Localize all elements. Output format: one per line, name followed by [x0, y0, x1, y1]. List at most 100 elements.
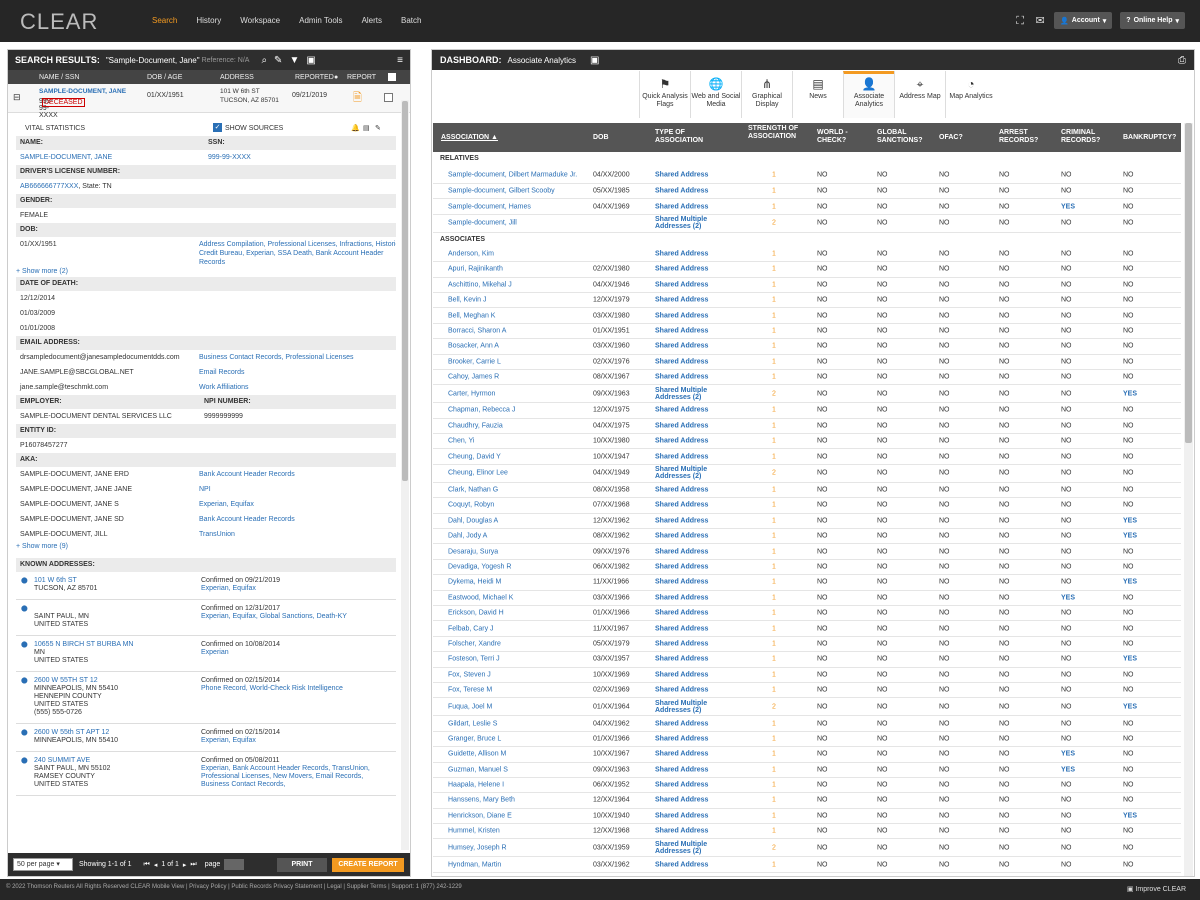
nav-search[interactable]: Search — [152, 16, 177, 25]
create-report-button[interactable]: CREATE REPORT — [332, 858, 404, 872]
table-row[interactable]: Hummel, Kristen 12/XX/1968 Shared Address 1… — [433, 824, 1181, 840]
association-name[interactable]: Fuqua, Joel M — [448, 703, 588, 710]
association-name[interactable]: Gildart, Leslie S — [448, 720, 588, 727]
association-name[interactable]: Chaudhry, Fauzia — [448, 422, 588, 429]
nav-workspace[interactable]: Workspace — [240, 16, 280, 25]
map-pin-icon[interactable]: ⬤ — [21, 577, 28, 585]
report-doc-icon[interactable]: 🗎 — [353, 89, 362, 108]
bankruptcy-cell[interactable]: YES — [1123, 579, 1137, 586]
association-type[interactable]: Shared Address — [655, 640, 717, 647]
table-row[interactable]: Sample-document, Gilbert Scooby 05/XX/198… — [433, 184, 1181, 200]
association-type[interactable]: Shared Address — [655, 751, 717, 758]
association-type[interactable]: Shared Address — [655, 564, 717, 571]
address-sources[interactable]: Experian, Bank Account Header Records, T… — [201, 765, 386, 789]
table-row[interactable]: Chen, Yi 10/XX/1980 Shared Address 1 NO NO NO N… — [433, 434, 1181, 450]
association-type[interactable]: Shared Address — [655, 766, 717, 773]
association-type[interactable]: Shared Address — [655, 203, 717, 210]
association-name[interactable]: Bell, Meghan K — [448, 312, 588, 319]
tab-graphical-display[interactable]: ⋔ Graphical Display — [741, 71, 792, 118]
nav-batch[interactable]: Batch — [401, 16, 421, 25]
table-row[interactable]: Bell, Meghan K 03/XX/1980 Shared Address 1 N… — [433, 308, 1181, 324]
table-row[interactable]: Gildart, Leslie S 04/XX/1962 Shared Addres… — [433, 716, 1181, 732]
association-type[interactable]: Shared Address — [655, 422, 717, 429]
association-type[interactable]: Shared Address — [655, 656, 717, 663]
tab-address-map[interactable]: ⌖ Address Map — [894, 71, 945, 118]
search-icon[interactable]: ⌕ — [261, 55, 267, 66]
edit-icon[interactable]: ✎ — [274, 55, 282, 66]
criminal-cell[interactable]: YES — [1061, 594, 1075, 601]
table-row[interactable]: Fuqua, Joel M 01/XX/1964 Shared Multiple A… — [433, 698, 1181, 717]
bell-icon[interactable]: 🔔 — [351, 124, 360, 132]
map-pin-icon[interactable]: ⬤ — [21, 757, 28, 765]
next-page-icon[interactable]: ▸ — [183, 861, 187, 869]
association-name[interactable]: Dykema, Heidi M — [448, 579, 588, 586]
association-name[interactable]: Brooker, Carrie L — [448, 358, 588, 365]
col-name-ssn[interactable]: NAME / SSN — [39, 74, 79, 81]
association-name[interactable]: Chapman, Rebecca J — [448, 407, 588, 414]
table-row[interactable]: Hyndman, Martin 03/XX/1962 Shared Address 1… — [433, 857, 1181, 873]
table-row[interactable]: Granger, Bruce L 01/XX/1966 Shared Address… — [433, 732, 1181, 748]
col-criminal[interactable]: CRIMINAL RECORDS? — [1061, 129, 1111, 145]
association-name[interactable]: Bell, Kevin J — [448, 297, 588, 304]
col-type[interactable]: TYPE OF ASSOCIATION — [655, 129, 725, 145]
menu-icon[interactable]: ≡ — [397, 55, 403, 66]
bankruptcy-cell[interactable]: YES — [1123, 812, 1137, 819]
address-sources[interactable]: Experian, Equifax, Global Sanctions, Dea… — [201, 613, 386, 621]
table-row[interactable]: Desaraju, Surya 09/XX/1976 Shared Address 1… — [433, 544, 1181, 560]
dob-sources[interactable]: Address Compilation, Professional Licens… — [199, 237, 396, 267]
table-row[interactable]: Folscher, Xandre 05/XX/1979 Shared Address… — [433, 637, 1181, 653]
clear-logo[interactable]: CLEAR — [20, 9, 98, 35]
criminal-cell[interactable]: YES — [1061, 203, 1075, 210]
association-name[interactable]: Hyndman, Martin — [448, 861, 588, 868]
criminal-cell[interactable]: YES — [1061, 751, 1075, 758]
association-name[interactable]: Dahl, Jody A — [448, 533, 588, 540]
col-dob-age[interactable]: DOB / AGE — [147, 74, 182, 81]
association-type[interactable]: Shared Address — [655, 358, 717, 365]
criminal-cell[interactable]: YES — [1061, 766, 1075, 773]
association-name[interactable]: Sample-document, Dilbert Marmaduke Jr. — [448, 171, 588, 178]
association-name[interactable]: Cheung, David Y — [448, 453, 588, 460]
association-name[interactable]: Bosacker, Ann A — [448, 343, 588, 350]
association-name[interactable]: Coquyt, Robyn — [448, 502, 588, 509]
association-type[interactable]: Shared Multiple Addresses (2) — [655, 216, 717, 230]
association-type[interactable]: Shared Address — [655, 533, 717, 540]
map-pin-icon[interactable]: ⬤ — [21, 729, 28, 737]
table-row[interactable]: Dykema, Heidi M 11/XX/1966 Shared Address 1… — [433, 575, 1181, 591]
table-row[interactable]: Sample-document, Dilbert Marmaduke Jr. 04… — [433, 166, 1181, 184]
col-address[interactable]: ADDRESS — [220, 74, 254, 81]
association-name[interactable]: Apuri, Rajinikanth — [448, 266, 588, 273]
col-ofac[interactable]: OFAC? — [939, 134, 963, 142]
result-checkbox[interactable] — [384, 93, 393, 102]
document-icon[interactable]: ▤ — [363, 124, 370, 132]
col-reported[interactable]: REPORTED — [295, 74, 334, 81]
col-global-sanctions[interactable]: GLOBAL SANCTIONS? — [877, 129, 937, 145]
bankruptcy-cell[interactable]: YES — [1123, 656, 1137, 663]
col-bankruptcy[interactable]: BANKRUPTCY? — [1123, 134, 1176, 142]
address-sources[interactable]: Experian — [201, 649, 386, 657]
table-row[interactable]: Hanssens, Mary Beth 12/XX/1964 Shared Addr… — [433, 793, 1181, 809]
show-more-dob-link[interactable]: + Show more (2) — [16, 267, 396, 277]
save-icon[interactable]: ▣ — [306, 55, 315, 66]
per-page-select[interactable]: 50 per page ▾ — [13, 858, 73, 871]
tab-map-analytics[interactable]: ◔ Map Analytics — [945, 71, 996, 118]
print-button[interactable]: PRINT — [277, 858, 327, 872]
left-scroll-thumb[interactable] — [402, 101, 408, 481]
map-pin-icon[interactable]: ⬤ — [21, 677, 28, 685]
association-type[interactable]: Shared Address — [655, 782, 717, 789]
association-name[interactable]: Guzman, Manuel S — [448, 766, 588, 773]
first-page-icon[interactable]: ⏮ — [144, 861, 150, 869]
table-row[interactable]: Guzman, Manuel S 09/XX/1963 Shared Address… — [433, 763, 1181, 778]
page-select[interactable] — [224, 859, 245, 870]
association-type[interactable]: Shared Address — [655, 438, 717, 445]
association-name[interactable]: Haapala, Helene I — [448, 782, 588, 789]
table-row[interactable]: Fox, Steven J 10/XX/1969 Shared Address 1 NO… — [433, 668, 1181, 683]
association-name[interactable]: Carter, Hyrmon — [448, 390, 588, 397]
association-type[interactable]: Shared Address — [655, 861, 717, 868]
result-row[interactable]: ⊟ SAMPLE-DOCUMENT, JANE 999-99-XXXX DECEA… — [8, 84, 410, 119]
expand-icon[interactable]: ⛶ — [1014, 15, 1026, 27]
nav-admin-tools[interactable]: Admin Tools — [299, 16, 342, 25]
association-name[interactable]: Guidette, Allison M — [448, 751, 588, 758]
association-type[interactable]: Shared Address — [655, 374, 717, 381]
improve-clear-button[interactable]: ▣ Improve CLEAR — [1127, 882, 1186, 898]
table-row[interactable]: Sample-document, Jill Shared Multiple Add… — [433, 215, 1181, 233]
